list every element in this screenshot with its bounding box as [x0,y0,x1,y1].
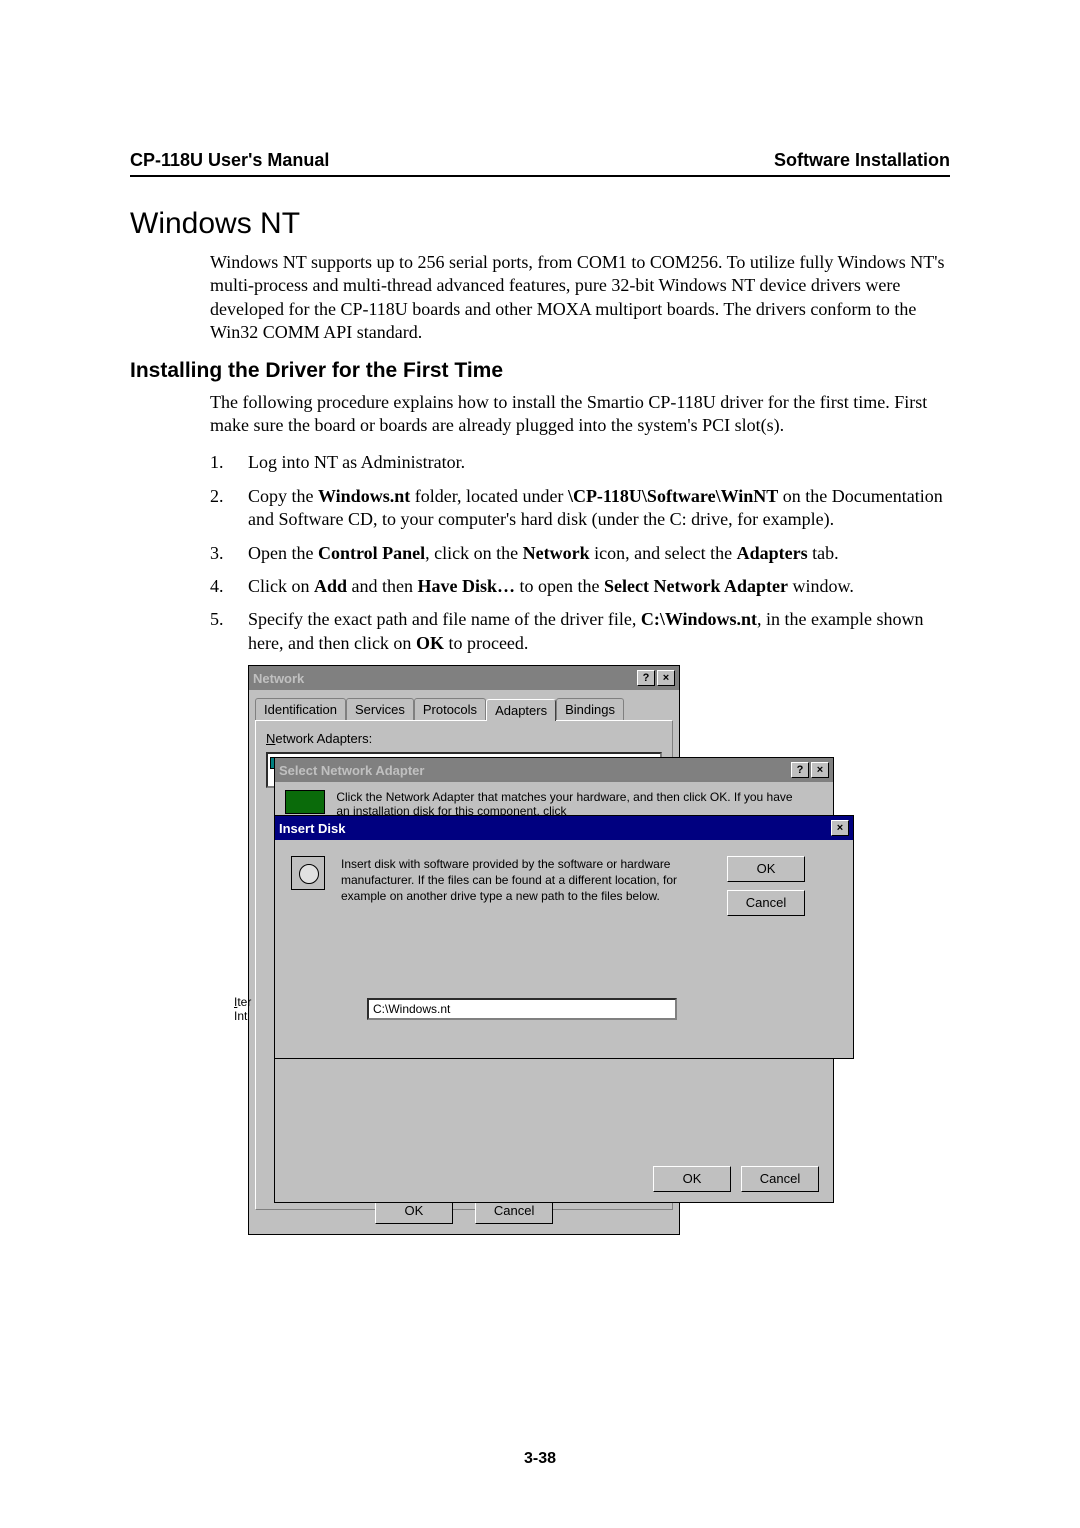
network-tabs: Identification Services Protocols Adapte… [255,698,673,720]
select-adapter-cancel-button[interactable]: Cancel [741,1166,819,1192]
select-adapter-instruction: Click the Network Adapter that matches y… [336,790,806,818]
path-input[interactable] [367,998,677,1020]
step-3: 3. Open the Control Panel, click on the … [210,542,950,565]
section-heading-windows-nt: Windows NT [130,207,950,241]
close-icon[interactable]: × [831,820,849,836]
disk-icon [291,856,325,890]
close-icon[interactable]: × [811,762,829,778]
header-left: CP-118U User's Manual [130,150,329,171]
select-adapter-titlebar: Select Network Adapter ? × [275,758,833,782]
insert-disk-dialog: Insert Disk × Insert disk with software … [274,815,854,1059]
intro-paragraph: Windows NT supports up to 256 serial por… [210,251,950,345]
header-right: Software Installation [774,150,950,171]
insert-disk-text: Insert disk with software provided by th… [341,856,711,916]
step-text: Log into NT as Administrator. [248,451,465,474]
insert-disk-cancel-button[interactable]: Cancel [727,890,805,916]
help-icon[interactable]: ? [791,762,809,778]
help-icon[interactable]: ? [637,670,655,686]
tab-bindings[interactable]: Bindings [556,698,624,720]
step-text: Specify the exact path and file name of … [248,608,950,655]
step-text: Open the Control Panel, click on the Net… [248,542,839,565]
tab-adapters[interactable]: Adapters [486,699,556,721]
tab-services[interactable]: Services [346,698,414,720]
page-number: 3-38 [0,1450,1080,1468]
step-number: 4. [210,575,248,598]
step-text: Click on Add and then Have Disk… to open… [248,575,854,598]
step-2: 2. Copy the Windows.nt folder, located u… [210,485,950,532]
close-icon[interactable]: × [657,670,675,686]
procedure-list: 1. Log into NT as Administrator. 2. Copy… [210,451,950,655]
insert-disk-title: Insert Disk [279,821,345,836]
insert-disk-titlebar: Insert Disk × [275,816,853,840]
step-number: 5. [210,608,248,631]
step-number: 3. [210,542,248,565]
adapter-art-icon [285,790,325,814]
step-5: 5. Specify the exact path and file name … [210,608,950,655]
network-adapters-label: Network Adapters: [266,731,662,746]
tab-protocols[interactable]: Protocols [414,698,486,720]
screenshot-composite: Network ? × Identification Services Prot… [248,665,848,1235]
step-text: Copy the Windows.nt folder, located unde… [248,485,950,532]
subsection-heading-install-first-time: Installing the Driver for the First Time [130,359,950,383]
insert-disk-ok-button[interactable]: OK [727,856,805,882]
step-number: 1. [210,451,248,474]
step-number: 2. [210,485,248,508]
step-4: 4. Click on Add and then Have Disk… to o… [210,575,950,598]
network-titlebar: Network ? × [249,666,679,690]
truncated-labels: IIterter Int [234,995,251,1024]
page-header: CP-118U User's Manual Software Installat… [130,150,950,177]
insert-disk-body: Insert disk with software provided by th… [275,840,853,932]
tab-identification[interactable]: Identification [255,698,346,720]
procedure-intro-paragraph: The following procedure explains how to … [210,391,950,438]
step-1: 1. Log into NT as Administrator. [210,451,950,474]
select-adapter-title: Select Network Adapter [279,763,424,778]
select-adapter-ok-button[interactable]: OK [653,1166,731,1192]
network-title: Network [253,671,304,686]
